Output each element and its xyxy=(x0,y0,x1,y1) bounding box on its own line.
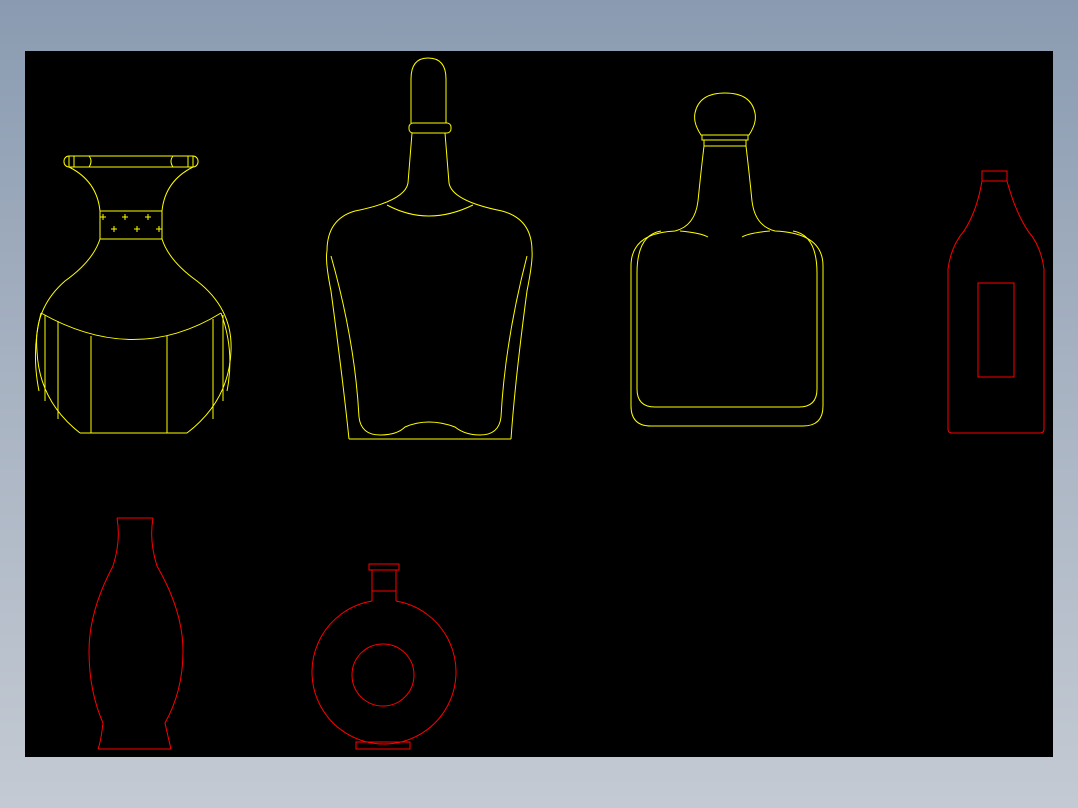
vase-dot-pattern xyxy=(100,214,162,232)
cad-drawing-canvas[interactable] xyxy=(25,51,1053,757)
whisky-bottle xyxy=(326,57,533,440)
square-decanter xyxy=(630,92,824,427)
round-flask xyxy=(311,563,457,750)
drawing-svg xyxy=(34,57,1045,750)
vase xyxy=(34,155,232,434)
slim-vase xyxy=(88,517,184,750)
wine-bottle xyxy=(947,170,1045,434)
